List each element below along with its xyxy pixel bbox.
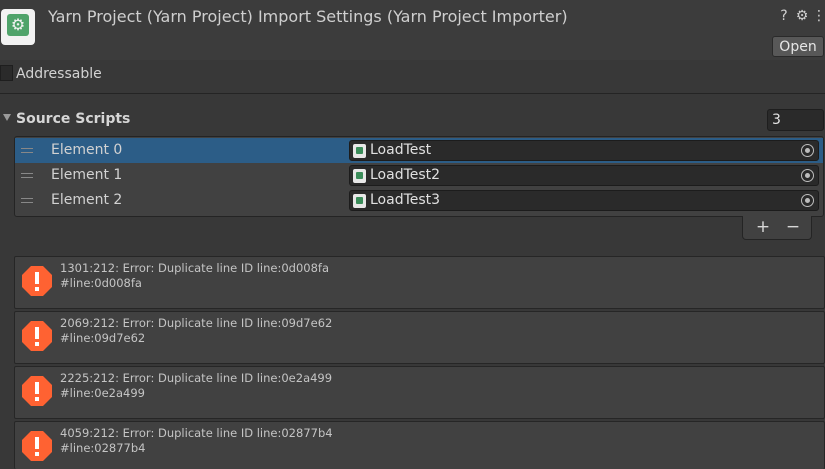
object-field[interactable]: LoadTest [349,140,819,161]
foldout-arrow-icon[interactable] [3,114,11,121]
object-picker-icon[interactable] [801,194,814,207]
error-detail: #line:0d008fa [60,276,142,290]
object-picker-icon[interactable] [801,169,814,182]
yarn-script-icon [353,169,366,183]
yarn-script-icon [353,144,366,158]
more-icon[interactable]: ⋮ [811,8,825,24]
divider [0,93,825,94]
object-field-value: LoadTest2 [370,167,441,183]
source-scripts-label[interactable]: Source Scripts [16,111,130,127]
addressable-checkbox[interactable] [0,65,13,81]
error-icon [22,376,52,406]
element-label: Element 2 [51,192,123,208]
inspector-title: Yarn Project (Yarn Project) Import Setti… [48,7,568,26]
list-element-2[interactable]: Element 2 LoadTest3 [15,188,823,213]
error-message: 2069:212: Error: Duplicate line ID line:… [60,316,333,330]
drag-handle-icon[interactable] [21,198,33,203]
object-field-value: LoadTest [370,142,432,158]
drag-handle-icon[interactable] [21,173,33,178]
error-message: 4059:212: Error: Duplicate line ID line:… [60,426,333,440]
gear-icon: ⚙ [7,14,29,36]
object-picker-icon[interactable] [801,144,814,157]
error-detail: #line:02877b4 [60,441,146,455]
error-detail: #line:09d7e62 [60,331,146,345]
help-icon[interactable]: ? [776,8,792,24]
error-helpbox: 2069:212: Error: Duplicate line ID line:… [14,311,825,364]
error-icon [22,266,52,296]
error-icon [22,321,52,351]
error-detail: #line:0e2a499 [60,386,145,400]
list-footer: + − [742,216,812,240]
object-field[interactable]: LoadTest3 [349,190,819,211]
addressable-label: Addressable [16,66,102,82]
error-message: 2225:212: Error: Duplicate line ID line:… [60,371,333,385]
list-element-0[interactable]: Element 0 LoadTest [15,138,823,163]
element-label: Element 1 [51,167,123,183]
error-message: 1301:212: Error: Duplicate line ID line:… [60,261,330,275]
error-icon [22,431,52,461]
object-field[interactable]: LoadTest2 [349,165,819,186]
object-field-value: LoadTest3 [370,192,441,208]
element-label: Element 0 [51,142,123,158]
add-element-button[interactable]: + [751,217,775,237]
settings-icon[interactable]: ⚙ [794,8,810,24]
list-element-1[interactable]: Element 1 LoadTest2 [15,163,823,188]
error-helpbox: 4059:212: Error: Duplicate line ID line:… [14,421,825,469]
source-scripts-count-field[interactable]: 3 [767,109,824,131]
drag-handle-icon[interactable] [21,148,33,153]
yarn-project-asset-icon: ⚙ [1,9,35,45]
yarn-script-icon [353,194,366,208]
error-helpbox: 1301:212: Error: Duplicate line ID line:… [14,256,825,309]
open-button[interactable]: Open [772,36,824,57]
error-helpbox: 2225:212: Error: Duplicate line ID line:… [14,366,825,419]
remove-element-button[interactable]: − [781,217,805,237]
